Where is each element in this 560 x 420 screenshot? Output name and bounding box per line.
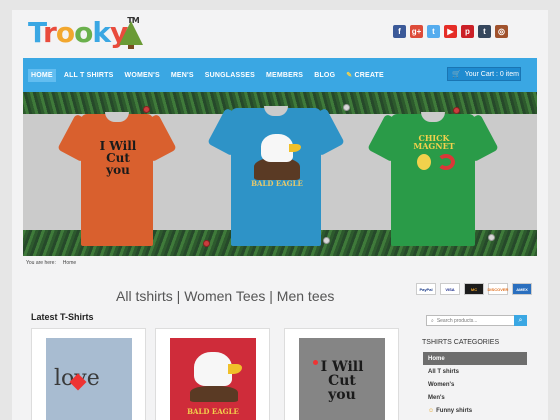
product-card[interactable]: love bbox=[31, 328, 146, 420]
banner-shirt-green[interactable]: CHICK MAGNET bbox=[367, 112, 499, 246]
site-logo[interactable]: TrookyTM bbox=[28, 16, 143, 49]
eagle-beak bbox=[228, 364, 242, 374]
cart-label: Your Cart : 0 item bbox=[464, 70, 519, 78]
instagram-icon[interactable]: ◎ bbox=[495, 25, 508, 38]
search-small-icon: ⌕ bbox=[431, 317, 434, 324]
categories-title: TSHIRTS CATEGORIES bbox=[422, 339, 500, 346]
twitter-icon[interactable]: t bbox=[427, 25, 440, 38]
smiley-icon: ☺ bbox=[428, 407, 435, 414]
section-title-latest: Latest T-Shirts bbox=[31, 312, 94, 322]
nav-home[interactable]: HOME bbox=[28, 68, 56, 82]
breadcrumb-home[interactable]: Home bbox=[63, 260, 76, 266]
breadcrumb-label: You are here: bbox=[26, 260, 56, 266]
ornament bbox=[453, 107, 460, 114]
eagle-body bbox=[190, 386, 238, 402]
social-links: f g+ t ▶ p t ◎ bbox=[393, 25, 508, 38]
discover-icon: DISCOVER bbox=[488, 283, 508, 295]
slogan-line: you bbox=[328, 387, 356, 403]
payment-methods: PayPal VISA MC DISCOVER AMEX bbox=[416, 283, 532, 295]
breadcrumb: You are here: Home bbox=[26, 260, 76, 266]
product-thumb-text: BALD EAGLE bbox=[187, 407, 239, 416]
google-plus-icon[interactable]: g+ bbox=[410, 25, 423, 38]
product-image-i-will-cut-you[interactable]: I Will Cut you bbox=[299, 338, 385, 420]
cart-button[interactable]: 🛒 Your Cart : 0 item bbox=[447, 67, 521, 81]
search-placeholder: Search products... bbox=[436, 317, 478, 324]
cart-icon: 🛒 bbox=[452, 71, 461, 78]
nav-all-t-shirts[interactable]: ALL T SHIRTS bbox=[64, 72, 114, 79]
product-card[interactable]: I Will Cut you bbox=[284, 328, 399, 420]
nav-create-label: CREATE bbox=[354, 72, 384, 79]
shirt-body bbox=[81, 114, 153, 246]
slogan-line: you bbox=[106, 163, 130, 177]
nav-sunglasses[interactable]: SUNGLASSES bbox=[205, 72, 255, 79]
shirt-slogan: CHICK MAGNET bbox=[411, 134, 457, 150]
main-nav: HOME ALL T SHIRTS WOMEN'S MEN'S SUNGLASS… bbox=[23, 58, 537, 92]
banner-shirt-blue[interactable]: BALD EAGLE bbox=[207, 106, 345, 248]
mastercard-icon: MC bbox=[464, 283, 484, 295]
page-title: All tshirts | Women Tees | Men tees bbox=[116, 288, 335, 304]
youtube-icon[interactable]: ▶ bbox=[444, 25, 457, 38]
eagle-icon bbox=[194, 352, 232, 386]
nav-mens[interactable]: MEN'S bbox=[171, 72, 194, 79]
shirt-caption: BALD EAGLE bbox=[251, 179, 303, 188]
pinterest-icon[interactable]: p bbox=[461, 25, 474, 38]
nav-members[interactable]: MEMBERS bbox=[266, 72, 303, 79]
nav-blog[interactable]: BLOG bbox=[314, 72, 335, 79]
product-image-love[interactable]: love bbox=[46, 338, 132, 420]
heart-icon bbox=[313, 360, 318, 365]
banner-shirt-orange[interactable]: I Will Cut you bbox=[57, 112, 177, 246]
category-mens[interactable]: Men's bbox=[423, 391, 527, 404]
ornament bbox=[143, 106, 150, 113]
ornament bbox=[203, 240, 210, 247]
ornament bbox=[343, 104, 350, 111]
facebook-icon[interactable]: f bbox=[393, 25, 406, 38]
hero-banner[interactable]: I Will Cut you BALD EAGLE CHICK MAGNET bbox=[23, 92, 537, 256]
paypal-icon: PayPal bbox=[416, 283, 436, 295]
category-home[interactable]: Home bbox=[423, 352, 527, 365]
slogan-line: I Will bbox=[320, 359, 364, 375]
category-funny-shirts[interactable]: ☺ Funny shirts bbox=[423, 404, 527, 417]
search-icon: ⌕ bbox=[518, 316, 523, 324]
tumblr-icon[interactable]: t bbox=[478, 25, 491, 38]
nav-womens[interactable]: WOMEN'S bbox=[125, 72, 160, 79]
page: TrookyTM f g+ t ▶ p t ◎ HOME ALL T SHIRTS WOME… bbox=[12, 10, 548, 420]
product-thumb-slogan: I Will Cut you bbox=[311, 360, 373, 402]
product-card[interactable]: BALD EAGLE bbox=[155, 328, 270, 420]
slogan-line: Cut bbox=[328, 373, 356, 389]
christmas-tree-icon bbox=[119, 21, 143, 49]
category-funny-label: Funny shirts bbox=[436, 407, 473, 414]
search-button[interactable]: ⌕ bbox=[514, 315, 527, 326]
search-input[interactable]: ⌕ Search products... bbox=[426, 315, 522, 326]
category-womens[interactable]: Women's bbox=[423, 378, 527, 391]
amex-icon: AMEX bbox=[512, 283, 532, 295]
chick-icon bbox=[417, 154, 431, 170]
slogan-line: MAGNET bbox=[413, 141, 455, 151]
magnet-icon bbox=[437, 154, 455, 170]
visa-icon: VISA bbox=[440, 283, 460, 295]
shirt-slogan: I Will Cut you bbox=[93, 140, 143, 176]
product-image-bald-eagle[interactable]: BALD EAGLE bbox=[170, 338, 256, 420]
categories-list: Home All T shirts Women's Men's ☺ Funny s… bbox=[423, 352, 527, 417]
category-all-t-shirts[interactable]: All T shirts bbox=[423, 365, 527, 378]
nav-create[interactable]: ✎ CREATE bbox=[346, 71, 384, 79]
